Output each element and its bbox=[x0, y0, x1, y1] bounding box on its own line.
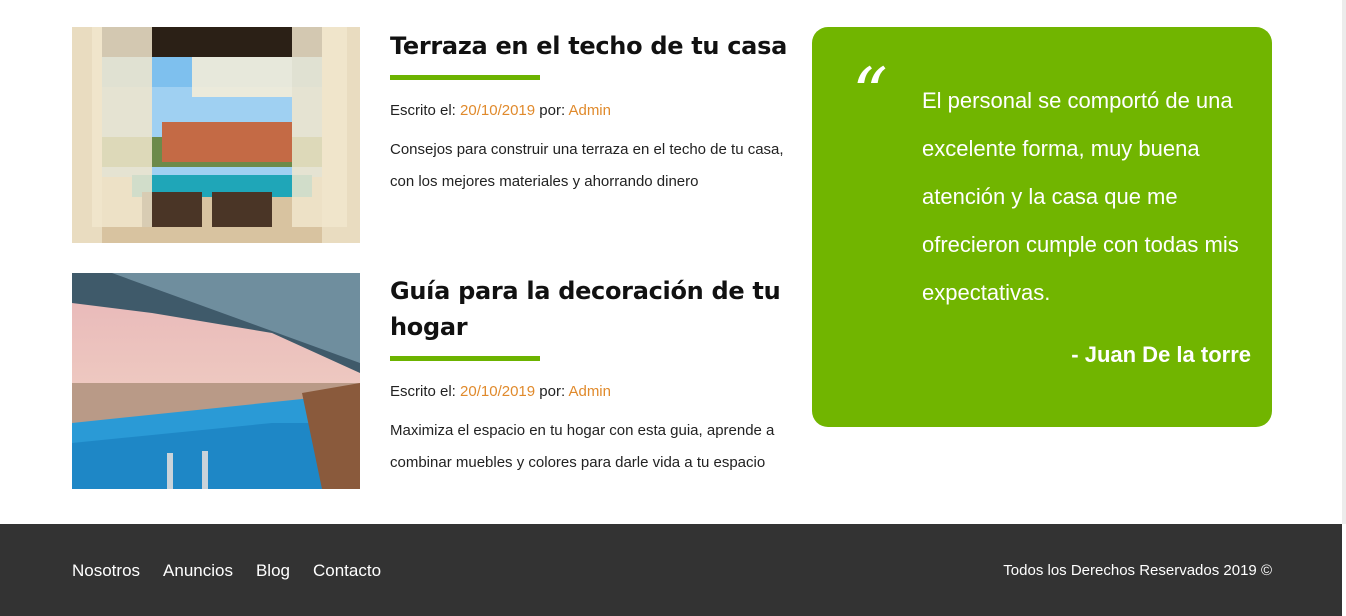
post-body: Terraza en el techo de tu casa Escrito e… bbox=[390, 27, 790, 198]
terrace-photo bbox=[72, 27, 360, 243]
post-image-terrace[interactable] bbox=[72, 27, 360, 243]
footer-link-anuncios[interactable]: Anuncios bbox=[163, 561, 233, 581]
title-underline bbox=[390, 75, 540, 80]
meta-label: Escrito el: bbox=[390, 102, 461, 119]
pool-photo bbox=[72, 273, 360, 489]
post-title[interactable]: Terraza en el techo de tu casa bbox=[390, 28, 790, 64]
post-date[interactable]: 20/10/2019 bbox=[460, 102, 535, 119]
main-content: Terraza en el techo de tu casa Escrito e… bbox=[72, 27, 1272, 497]
site-footer: Nosotros Anuncios Blog Contacto Todos lo… bbox=[0, 524, 1342, 616]
post-body: Guía para la decoración de tu hogar Escr… bbox=[390, 273, 790, 479]
post-date[interactable]: 20/10/2019 bbox=[460, 383, 535, 400]
post-title[interactable]: Guía para la decoración de tu hogar bbox=[390, 273, 790, 345]
page-scrollbar[interactable] bbox=[1342, 0, 1346, 524]
footer-nav: Nosotros Anuncios Blog Contacto bbox=[72, 561, 381, 581]
copyright-text: Todos los Derechos Reservados 2019 © bbox=[1003, 562, 1272, 579]
footer-link-contacto[interactable]: Contacto bbox=[313, 561, 381, 581]
by-label: por: bbox=[535, 102, 569, 119]
post-excerpt: Consejos para construir una terraza en e… bbox=[390, 141, 784, 190]
quote-icon: “ bbox=[852, 53, 888, 135]
testimonial-author: - Juan De la torre bbox=[1071, 342, 1251, 367]
post-excerpt: Maximiza el espacio en tu hogar con esta… bbox=[390, 422, 775, 471]
blog-post: Guía para la decoración de tu hogar Escr… bbox=[72, 273, 792, 489]
post-author-link[interactable]: Admin bbox=[568, 102, 611, 119]
by-label: por: bbox=[535, 383, 569, 400]
testimonial-card: “ El personal se comportó de una excelen… bbox=[812, 27, 1272, 427]
post-image-pool[interactable] bbox=[72, 273, 360, 489]
meta-label: Escrito el: bbox=[390, 383, 461, 400]
blog-post: Terraza en el techo de tu casa Escrito e… bbox=[72, 27, 792, 243]
title-underline bbox=[390, 356, 540, 361]
testimonial-text: El personal se comportó de una excelente… bbox=[922, 88, 1239, 305]
footer-link-nosotros[interactable]: Nosotros bbox=[72, 561, 140, 581]
post-author-link[interactable]: Admin bbox=[568, 383, 611, 400]
footer-link-blog[interactable]: Blog bbox=[256, 561, 290, 581]
post-meta: Escrito el: 20/10/2019 por: Admin bbox=[390, 102, 790, 119]
post-meta: Escrito el: 20/10/2019 por: Admin bbox=[390, 383, 790, 400]
